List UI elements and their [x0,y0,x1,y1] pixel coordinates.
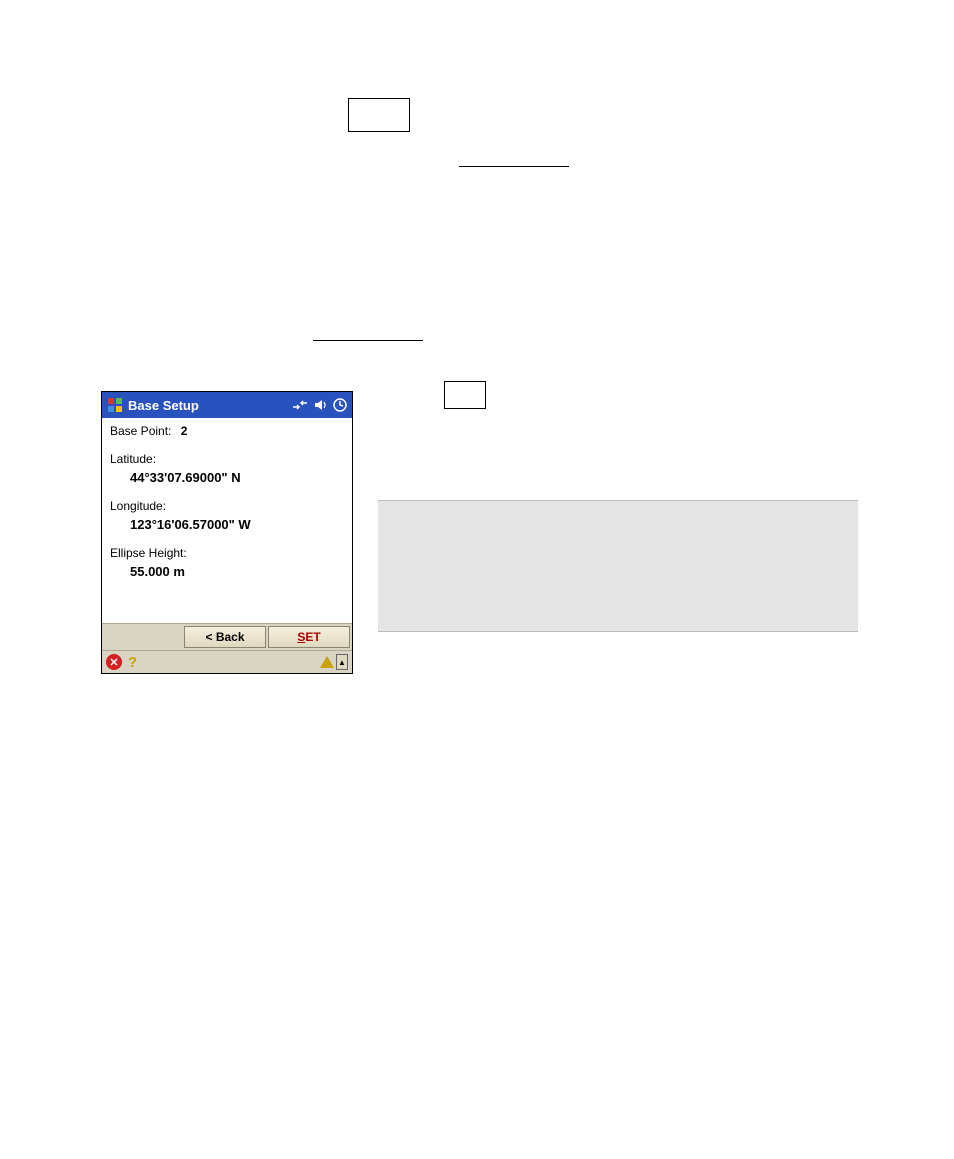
speaker-icon[interactable] [312,397,328,413]
status-bar: ✕ ? ▲ [102,650,352,673]
latitude-label: Latitude: [110,452,344,466]
latitude-value: 44°33'07.69000" N [110,470,344,485]
longitude-value: 123°16'06.57000" W [110,517,344,532]
device-body: Base Point: 2 Latitude: 44°33'07.69000" … [102,418,352,623]
button-bar: < Back SET [102,623,352,650]
longitude-label: Longitude: [110,499,344,513]
base-point-row: Base Point: 2 [110,424,344,438]
windows-flag-icon[interactable] [106,396,124,414]
up-arrow-icon[interactable]: ▲ [336,654,348,670]
window-title: Base Setup [128,398,292,413]
set-button[interactable]: SET [268,626,350,648]
close-icon[interactable]: ✕ [106,654,122,670]
base-point-value: 2 [181,424,188,438]
base-point-label: Base Point: [110,424,171,438]
device-window: Base Setup Base Point [101,391,353,674]
underline-decor-1 [459,166,569,167]
next-box [348,98,410,132]
set-button-suffix: ET [305,630,320,644]
clock-icon[interactable] [332,397,348,413]
titlebar: Base Setup [102,392,352,418]
ellipse-height-value: 55.000 m [110,564,344,579]
underline-decor-2 [313,340,423,341]
warning-icon[interactable] [320,656,334,668]
small-box [444,381,486,409]
gray-panel [378,500,858,632]
connectivity-icon[interactable] [292,397,308,413]
help-icon[interactable]: ? [128,654,137,671]
back-button[interactable]: < Back [184,626,266,648]
set-button-underline: S [297,630,305,644]
ellipse-height-label: Ellipse Height: [110,546,344,560]
